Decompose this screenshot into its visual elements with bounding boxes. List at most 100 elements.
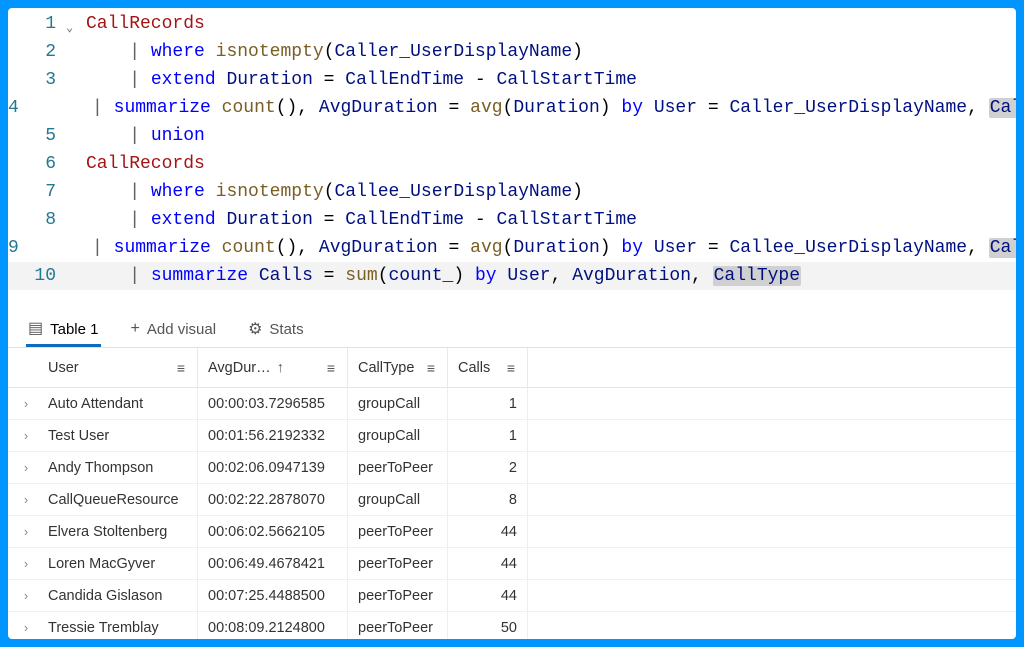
cell-calls: 44 (448, 580, 528, 611)
code-line[interactable]: 6CallRecords (8, 150, 1016, 178)
table-row[interactable]: ›Loren MacGyver00:06:49.4678421peerToPee… (8, 548, 1016, 580)
cell-calls: 50 (448, 612, 528, 639)
cell-calls: 44 (448, 548, 528, 579)
expand-icon[interactable]: › (14, 460, 38, 475)
expand-icon[interactable]: › (14, 588, 38, 603)
col-header-user[interactable]: User ≡ (38, 348, 198, 387)
code-content[interactable]: CallRecords (68, 10, 1006, 38)
cell-avgduration: 00:07:25.4488500 (198, 580, 348, 611)
col-header-calls[interactable]: Calls ≡ (448, 348, 528, 387)
expand-icon[interactable]: › (14, 428, 38, 443)
line-number: 2 (8, 38, 68, 66)
code-content[interactable]: | summarize Calls = sum(count_) by User,… (68, 262, 1006, 290)
code-content[interactable]: | where isnotempty(Callee_UserDisplayNam… (68, 178, 1006, 206)
sort-asc-icon: ↑ (277, 360, 284, 376)
line-number: 4 (8, 94, 31, 122)
table-icon: ▤ (28, 321, 43, 337)
code-content[interactable]: | summarize count(), AvgDuration = avg(D… (31, 94, 1016, 122)
expand-icon[interactable]: › (14, 524, 38, 539)
cell-calltype: peerToPeer (348, 452, 448, 483)
line-number: 1 (8, 10, 68, 38)
results-grid: User ≡ AvgDur… ↑ ≡ CallType ≡ Calls ≡ ›A… (8, 348, 1016, 639)
line-number: 7 (8, 178, 68, 206)
code-line[interactable]: 10 | summarize Calls = sum(count_) by Us… (8, 262, 1016, 290)
cell-avgduration: 00:02:06.0947139 (198, 452, 348, 483)
code-line[interactable]: 7 | where isnotempty(Callee_UserDisplayN… (8, 178, 1016, 206)
hamburger-icon[interactable]: ≡ (327, 360, 335, 376)
cell-calltype: groupCall (348, 388, 448, 419)
code-line[interactable]: 8 | extend Duration = CallEndTime - Call… (8, 206, 1016, 234)
cell-calltype: peerToPeer (348, 612, 448, 639)
tab-add-visual[interactable]: + Add visual (129, 315, 219, 344)
code-content[interactable]: CallRecords (68, 150, 1006, 178)
code-line[interactable]: 2 | where isnotempty(Caller_UserDisplayN… (8, 38, 1016, 66)
results-tabbar: ▤ Table 1 + Add visual ⚙ Stats (8, 304, 1016, 348)
col-header-calls-label: Calls (458, 360, 490, 376)
cell-calls: 1 (448, 388, 528, 419)
cell-calltype: peerToPeer (348, 580, 448, 611)
cell-avgduration: 00:08:09.2124800 (198, 612, 348, 639)
col-header-avgduration-label: AvgDur… (208, 360, 271, 376)
cell-user: Elvera Stoltenberg (38, 516, 198, 547)
code-line[interactable]: 1⌄CallRecords (8, 10, 1016, 38)
cell-user: Andy Thompson (38, 452, 198, 483)
tab-table-label: Table 1 (50, 321, 98, 338)
col-header-avgduration[interactable]: AvgDur… ↑ ≡ (198, 348, 348, 387)
cell-user: CallQueueResource (38, 484, 198, 515)
plus-icon: + (131, 321, 140, 337)
cell-avgduration: 00:06:02.5662105 (198, 516, 348, 547)
cell-calls: 8 (448, 484, 528, 515)
cell-calltype: peerToPeer (348, 548, 448, 579)
col-header-user-label: User (48, 360, 79, 376)
expand-icon[interactable]: › (14, 492, 38, 507)
app-frame: 1⌄CallRecords2 | where isnotempty(Caller… (8, 8, 1016, 639)
tab-add-visual-label: Add visual (147, 321, 216, 338)
tab-stats-label: Stats (269, 321, 303, 338)
code-content[interactable]: | summarize count(), AvgDuration = avg(D… (31, 234, 1016, 262)
cell-calls: 44 (448, 516, 528, 547)
expand-icon[interactable]: › (14, 620, 38, 635)
line-number: 6 (8, 150, 68, 178)
code-content[interactable]: | extend Duration = CallEndTime - CallSt… (68, 206, 1006, 234)
table-row[interactable]: ›Auto Attendant00:00:03.7296585groupCall… (8, 388, 1016, 420)
code-content[interactable]: | extend Duration = CallEndTime - CallSt… (68, 66, 1006, 94)
table-row[interactable]: ›Andy Thompson00:02:06.0947139peerToPeer… (8, 452, 1016, 484)
query-editor[interactable]: 1⌄CallRecords2 | where isnotempty(Caller… (8, 8, 1016, 304)
col-header-calltype[interactable]: CallType ≡ (348, 348, 448, 387)
line-number: 10 (8, 262, 68, 290)
cell-user: Candida Gislason (38, 580, 198, 611)
cell-calls: 2 (448, 452, 528, 483)
code-content[interactable]: | where isnotempty(Caller_UserDisplayNam… (68, 38, 1006, 66)
table-row[interactable]: ›CallQueueResource00:02:22.2878070groupC… (8, 484, 1016, 516)
line-number: 3 (8, 66, 68, 94)
line-number: 9 (8, 234, 31, 262)
cell-calls: 1 (448, 420, 528, 451)
table-row[interactable]: ›Candida Gislason00:07:25.4488500peerToP… (8, 580, 1016, 612)
table-row[interactable]: ›Test User00:01:56.2192332groupCall1 (8, 420, 1016, 452)
code-line[interactable]: 9 | summarize count(), AvgDuration = avg… (8, 234, 1016, 262)
cell-user: Test User (38, 420, 198, 451)
hamburger-icon[interactable]: ≡ (427, 360, 435, 376)
cell-avgduration: 00:01:56.2192332 (198, 420, 348, 451)
code-line[interactable]: 3 | extend Duration = CallEndTime - Call… (8, 66, 1016, 94)
hamburger-icon[interactable]: ≡ (507, 360, 515, 376)
code-line[interactable]: 5 | union (8, 122, 1016, 150)
line-number: 8 (8, 206, 68, 234)
cell-calltype: groupCall (348, 484, 448, 515)
cell-calltype: peerToPeer (348, 516, 448, 547)
cell-user: Tressie Tremblay (38, 612, 198, 639)
cell-calltype: groupCall (348, 420, 448, 451)
cell-user: Auto Attendant (38, 388, 198, 419)
expand-icon[interactable]: › (14, 556, 38, 571)
tab-stats[interactable]: ⚙ Stats (246, 315, 306, 344)
code-content[interactable]: | union (68, 122, 1006, 150)
code-line[interactable]: 4 | summarize count(), AvgDuration = avg… (8, 94, 1016, 122)
table-row[interactable]: ›Tressie Tremblay00:08:09.2124800peerToP… (8, 612, 1016, 639)
col-header-calltype-label: CallType (358, 360, 414, 376)
table-row[interactable]: ›Elvera Stoltenberg00:06:02.5662105peerT… (8, 516, 1016, 548)
tab-table[interactable]: ▤ Table 1 (26, 315, 101, 347)
expand-icon[interactable]: › (14, 396, 38, 411)
hamburger-icon[interactable]: ≡ (177, 360, 185, 376)
line-number: 5 (8, 122, 68, 150)
grid-body: ›Auto Attendant00:00:03.7296585groupCall… (8, 388, 1016, 639)
